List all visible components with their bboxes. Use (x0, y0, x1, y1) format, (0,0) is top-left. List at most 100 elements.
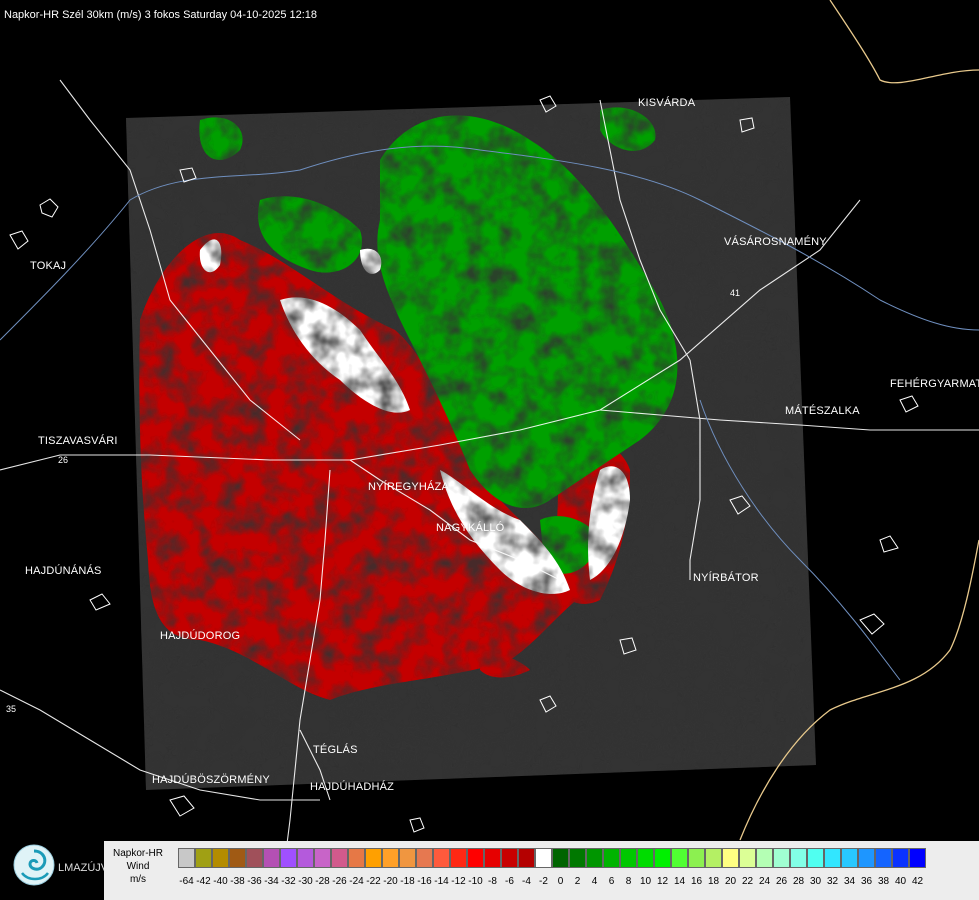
road-number-35: 35 (6, 704, 16, 714)
legend-tick-label: 6 (608, 876, 615, 887)
legend-swatch (790, 848, 807, 868)
map-title: Napkor-HR Szél 30km (m/s) 3 fokos Saturd… (4, 9, 318, 21)
legend-swatch (824, 848, 841, 868)
legend-title-line: m/s (129, 874, 147, 885)
legend-swatch (739, 848, 756, 868)
swirl-logo-icon (13, 844, 55, 886)
legend-swatch (382, 848, 399, 868)
road-number-41: 41 (730, 288, 740, 298)
legend-tick-label: -22 (366, 876, 381, 887)
city-label: HAJDÚHADHÁZ (310, 781, 395, 793)
legend-tick-label: -42 (196, 876, 211, 887)
legend-tick-label: -30 (298, 876, 313, 887)
city-label: NYÍRBÁTOR (693, 572, 759, 584)
legend-swatch (348, 848, 365, 868)
legend-swatch (297, 848, 314, 868)
legend-tick-label: -16 (417, 876, 432, 887)
legend-swatch (467, 848, 484, 868)
legend-tick-label: -24 (349, 876, 364, 887)
legend-swatch (280, 848, 297, 868)
legend-swatch (501, 848, 518, 868)
legend-title: Napkor-HR Wind m/s (104, 847, 172, 886)
legend-swatch (705, 848, 722, 868)
legend-tick-label: -2 (539, 876, 548, 887)
legend-swatch (875, 848, 892, 868)
city-label: HAJDÚNÁNÁS (25, 565, 102, 577)
legend-swatch (841, 848, 858, 868)
legend-swatch (586, 848, 603, 868)
legend-swatch (892, 848, 909, 868)
legend-swatch (246, 848, 263, 868)
legend-tick-label: -36 (247, 876, 262, 887)
legend-swatch (229, 848, 246, 868)
legend-swatch (603, 848, 620, 868)
legend-tick-label: -32 (281, 876, 296, 887)
legend-tick-label: 20 (724, 876, 737, 887)
legend-tick-label: -18 (400, 876, 415, 887)
legend-swatch (688, 848, 705, 868)
legend-tick-label: -6 (505, 876, 514, 887)
country-border (829, 0, 979, 84)
legend-tick-label: -10 (468, 876, 483, 887)
city-label: TISZAVASVÁRI (38, 435, 118, 447)
legend-swatch (518, 848, 535, 868)
legend-tick-label: 30 (809, 876, 822, 887)
legend-tick-label: 40 (894, 876, 907, 887)
color-legend: Napkor-HR Wind m/s -64 -42 -40 -38 -36 -34 -32… (104, 841, 979, 900)
legend-swatch (484, 848, 501, 868)
city-label: VÁSÁROSNAMÉNY (724, 236, 827, 248)
legend-tick-label: 2 (574, 876, 581, 887)
legend-tick-label: 38 (877, 876, 890, 887)
legend-title-line: Napkor-HR (112, 848, 163, 859)
legend-tick-label: 4 (591, 876, 598, 887)
legend-swatch (331, 848, 348, 868)
legend-tick-label: -26 (332, 876, 347, 887)
legend-swatch (807, 848, 824, 868)
legend-tick-label: 8 (625, 876, 632, 887)
city-label: HAJDÚDOROG (160, 630, 241, 642)
legend-tick-label: 34 (843, 876, 856, 887)
legend-swatches (178, 848, 926, 870)
city-label: NYÍREGYHÁZA (368, 481, 450, 493)
legend-tick-label: -40 (213, 876, 228, 887)
legend-swatch (450, 848, 467, 868)
legend-swatch (722, 848, 739, 868)
legend-ticks: -64 -42 -40 -38 -36 -34 -32 -30 -28 -26 -24 -22 -20-… (178, 876, 926, 887)
legend-tick-label: -4 (522, 876, 531, 887)
legend-tick-label: 10 (639, 876, 652, 887)
legend-swatch (365, 848, 382, 868)
legend-tick-label: -28 (315, 876, 330, 887)
legend-swatch (535, 848, 552, 868)
legend-swatch (671, 848, 688, 868)
legend-tick-label: -20 (383, 876, 398, 887)
legend-swatch (552, 848, 569, 868)
legend-tick-label: -38 (230, 876, 245, 887)
legend-tick-label: 26 (775, 876, 788, 887)
legend-swatch (909, 848, 926, 868)
legend-swatch (756, 848, 773, 868)
legend-swatch (858, 848, 875, 868)
legend-tick-label: -14 (434, 876, 449, 887)
legend-tick-label: 16 (690, 876, 703, 887)
legend-tick-label: 18 (707, 876, 720, 887)
legend-swatch (195, 848, 212, 868)
city-label: TOKAJ (30, 260, 67, 272)
legend-swatch (654, 848, 671, 868)
city-label: NAGYKÁLLÓ (436, 522, 505, 534)
legend-tick-label: 24 (758, 876, 771, 887)
legend-tick-label: 22 (741, 876, 754, 887)
legend-tick-label: 36 (860, 876, 873, 887)
legend-swatch (314, 848, 331, 868)
legend-swatch (263, 848, 280, 868)
city-label: HAJDÚBÖSZÖRMÉNY (152, 774, 270, 786)
legend-swatch (620, 848, 637, 868)
legend-tick-label: -8 (488, 876, 497, 887)
legend-swatch (569, 848, 586, 868)
radar-echoes (126, 97, 816, 790)
legend-swatch (416, 848, 433, 868)
legend-tick-label: 42 (911, 876, 924, 887)
legend-tick-label: 28 (792, 876, 805, 887)
legend-swatch (212, 848, 229, 868)
legend-swatch (773, 848, 790, 868)
legend-tick-label: -12 (451, 876, 466, 887)
